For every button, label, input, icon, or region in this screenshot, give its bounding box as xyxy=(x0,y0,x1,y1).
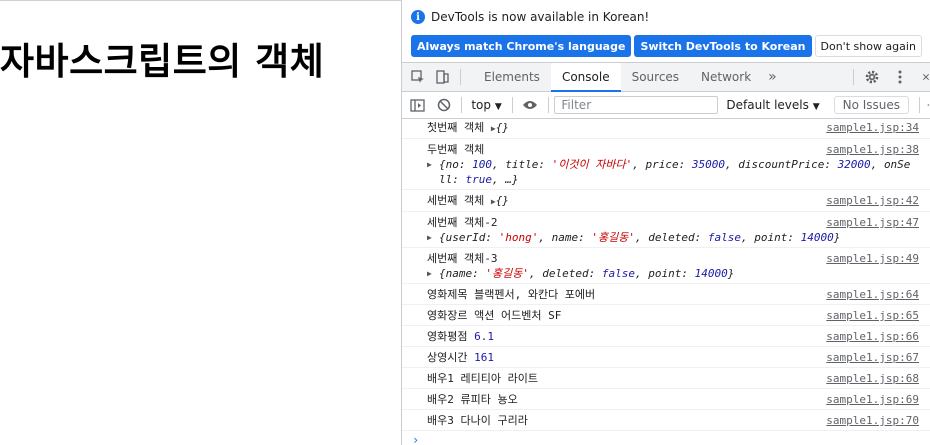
infobar-message-row: i DevTools is now available in Korean! xyxy=(411,10,649,24)
console-message-text: 영화장르 액션 어드벤처 SF xyxy=(427,309,562,322)
console-message-text: 배우3 다나이 구리라 xyxy=(427,414,528,427)
more-tabs-icon[interactable]: » xyxy=(768,69,777,85)
console-object-preview[interactable]: {} xyxy=(496,121,509,134)
kebab-menu-icon[interactable] xyxy=(892,69,908,85)
console-message-text: 세번째 객체-2 xyxy=(427,216,498,229)
console-message: 영화평점 6.1 sample1.jsp:66 xyxy=(402,326,930,347)
log-levels-label: Default levels xyxy=(726,98,809,112)
console-message: 배우3 다나이 구리라 sample1.jsp:70 xyxy=(402,410,930,431)
device-toolbar-icon[interactable] xyxy=(434,69,450,85)
dont-show-again-button[interactable]: Don't show again xyxy=(814,35,922,57)
eye-icon[interactable] xyxy=(522,97,538,113)
console-message-text: 배우2 류피타 뇽오 xyxy=(427,393,518,406)
console-message: 영화장르 액션 어드벤처 SF sample1.jsp:65 xyxy=(402,305,930,326)
console-source-link[interactable]: sample1.jsp:65 xyxy=(826,308,919,323)
console-source-link[interactable]: sample1.jsp:47 xyxy=(826,215,919,230)
console-message-text: 두번째 객체 xyxy=(427,143,485,156)
console-message-text: 배우1 레티티아 라이트 xyxy=(427,372,538,385)
console-source-link[interactable]: sample1.jsp:49 xyxy=(826,251,919,266)
console-message: 배우1 레티티아 라이트 sample1.jsp:68 xyxy=(402,368,930,389)
console-message: 배우2 류피타 뇽오 sample1.jsp:69 xyxy=(402,389,930,410)
devtools-tab-bar: Elements Console Sources Network » xyxy=(402,63,930,92)
page-title: 자바스크립트의 객체 xyxy=(0,40,325,83)
tab-separator xyxy=(460,69,461,85)
console-source-link[interactable]: sample1.jsp:70 xyxy=(826,413,919,428)
show-sidebar-icon[interactable] xyxy=(410,97,425,113)
tab-sources[interactable]: Sources xyxy=(621,63,690,91)
settings-gear-icon[interactable] xyxy=(864,69,880,85)
info-icon: i xyxy=(411,10,425,24)
console-object-preview[interactable]: ▶ {no: 100, title: '이것이 자바다', price: 3500… xyxy=(427,157,917,187)
console-object-preview[interactable]: ▶ {name: '홍길동', deleted: false, point: 14… xyxy=(427,266,917,281)
language-infobar: i DevTools is now available in Korean! A… xyxy=(402,0,930,63)
context-selector-label: top xyxy=(471,98,491,112)
chevron-down-icon: ▼ xyxy=(812,102,820,112)
expand-triangle-icon[interactable]: ▶ xyxy=(427,230,432,245)
console-message-text: 세번째 객체 xyxy=(427,194,491,207)
close-devtools-icon[interactable] xyxy=(922,69,930,85)
console-filter-bar: top ▼ Default levels ▼ No Issues xyxy=(402,92,930,119)
console-source-link[interactable]: sample1.jsp:69 xyxy=(826,392,919,407)
tab-bar-right-controls xyxy=(853,63,930,91)
console-message-text: 첫번째 객체 xyxy=(427,121,491,134)
console-source-link[interactable]: sample1.jsp:34 xyxy=(826,120,919,135)
expand-triangle-icon[interactable]: ▶ xyxy=(427,266,432,281)
console-message: 상영시간 161 sample1.jsp:67 xyxy=(402,347,930,368)
console-object-preview[interactable]: {} xyxy=(496,194,509,207)
always-match-language-button[interactable]: Always match Chrome's language xyxy=(411,35,632,57)
console-filter-input[interactable] xyxy=(554,96,719,114)
tab-elements[interactable]: Elements xyxy=(473,63,551,91)
issues-button[interactable]: No Issues xyxy=(833,96,910,114)
console-source-link[interactable]: sample1.jsp:68 xyxy=(826,371,919,386)
expand-triangle-icon[interactable]: ▶ xyxy=(427,157,432,172)
console-number-value: 6.1 xyxy=(474,330,494,343)
console-message-text: 영화평점 xyxy=(427,330,475,343)
console-object-preview[interactable]: ▶ {userId: 'hong', name: '홍길동', deleted: … xyxy=(427,230,917,245)
console-output: 첫번째 객체 ▶{} sample1.jsp:34 두번째 객체 ▶ {no: 1… xyxy=(402,117,930,445)
console-source-link[interactable]: sample1.jsp:66 xyxy=(826,329,919,344)
console-source-link[interactable]: sample1.jsp:38 xyxy=(826,142,919,157)
console-message-text: 영화제목 블랙펜서, 와칸다 포에버 xyxy=(427,288,596,301)
console-message: 두번째 객체 ▶ {no: 100, title: '이것이 자바다', pric… xyxy=(402,139,930,190)
console-message: 세번째 객체 ▶{} sample1.jsp:42 xyxy=(402,190,930,212)
prompt-chevron-icon: › xyxy=(412,433,420,445)
console-number-value: 161 xyxy=(474,351,494,364)
console-message: 세번째 객체-3 ▶ {name: '홍길동', deleted: false, … xyxy=(402,248,930,284)
console-message: 세번째 객체-2 ▶ {userId: 'hong', name: '홍길동', … xyxy=(402,212,930,248)
switch-to-korean-button[interactable]: Switch DevTools to Korean xyxy=(634,35,812,57)
console-source-link[interactable]: sample1.jsp:64 xyxy=(826,287,919,302)
page-viewport: 자바스크립트의 객체 xyxy=(0,0,401,445)
console-message: 첫번째 객체 ▶{} sample1.jsp:34 xyxy=(402,117,930,139)
devtools-panel: i DevTools is now available in Korean! A… xyxy=(401,0,930,445)
infobar-message: DevTools is now available in Korean! xyxy=(431,10,650,24)
console-source-link[interactable]: sample1.jsp:42 xyxy=(826,193,919,208)
clear-console-icon[interactable] xyxy=(437,97,451,113)
console-prompt[interactable]: › xyxy=(402,431,930,445)
console-message-text: 세번째 객체-3 xyxy=(427,252,498,265)
console-message-text: 상영시간 xyxy=(427,351,475,364)
tab-right-separator xyxy=(853,69,854,85)
console-message: 영화제목 블랙펜서, 와칸다 포에버 sample1.jsp:64 xyxy=(402,284,930,305)
infobar-buttons: Always match Chrome's language Switch De… xyxy=(411,35,925,57)
log-levels-dropdown[interactable]: Default levels ▼ xyxy=(726,98,819,112)
context-selector[interactable]: top ▼ xyxy=(471,98,501,112)
console-source-link[interactable]: sample1.jsp:67 xyxy=(826,350,919,365)
tab-network[interactable]: Network xyxy=(690,63,762,91)
tab-console[interactable]: Console xyxy=(550,63,621,92)
inspect-element-icon[interactable] xyxy=(410,69,426,85)
chevron-down-icon: ▼ xyxy=(494,102,502,112)
